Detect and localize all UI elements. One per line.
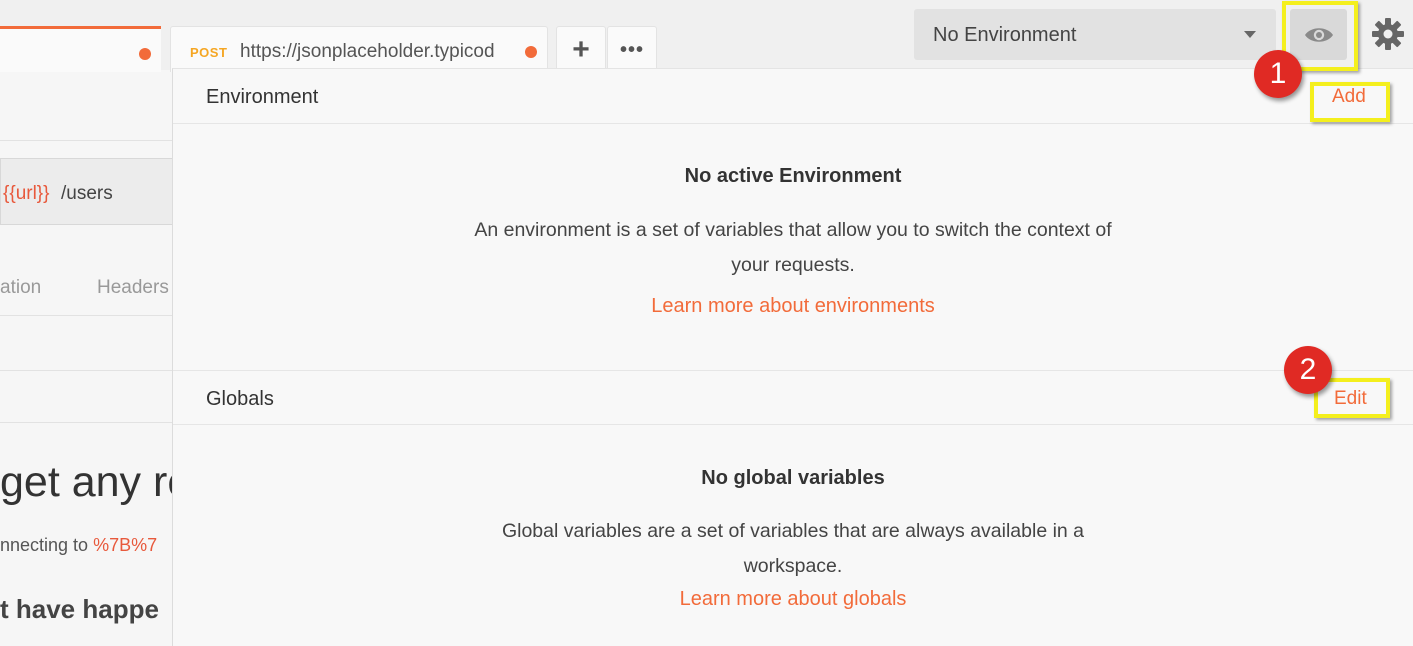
environment-quick-look-popover: Environment Add No active Environment An… [172, 68, 1413, 646]
divider [0, 140, 175, 141]
tab-url: https://jsonplaceholder.typicod [240, 41, 495, 62]
request-tab-post[interactable]: POST https://jsonplaceholder.typicod [170, 26, 548, 72]
environment-description: An environment is a set of variables tha… [474, 219, 1112, 276]
request-url-input[interactable]: {{url}} /users [0, 158, 175, 225]
url-path: /users [61, 183, 113, 204]
connecting-url: %7B%7 [93, 535, 158, 555]
globals-section-header: Globals Edit [173, 370, 1413, 425]
tab-authorization[interactable]: ation [0, 277, 41, 299]
divider [0, 315, 175, 316]
globals-description: Global variables are a set of variables … [501, 520, 1085, 577]
environment-select-value: No Environment [933, 24, 1077, 46]
response-error-subtitle: t have happe [0, 594, 159, 624]
highlight-add-link [1310, 82, 1390, 122]
environment-select[interactable]: No Environment [914, 9, 1276, 60]
step-badge-1: 1 [1254, 50, 1302, 98]
more-icon: ••• [619, 38, 644, 61]
divider [0, 370, 175, 371]
response-error-title: get any re [0, 458, 192, 506]
unsaved-dot [139, 48, 151, 60]
no-globals-title: No global variables [701, 467, 885, 489]
divider [0, 422, 175, 423]
url-variable: {{url}} [3, 183, 50, 204]
request-tab[interactable] [0, 26, 161, 72]
no-environment-title: No active Environment [684, 165, 902, 187]
tab-headers[interactable]: Headers [97, 277, 169, 299]
gear-icon[interactable] [1370, 16, 1406, 52]
environment-section-title: Environment [206, 86, 319, 108]
plus-icon: + [572, 32, 590, 66]
new-tab-button[interactable]: + [556, 26, 606, 72]
globals-section-title: Globals [206, 388, 274, 410]
chevron-down-icon [1244, 31, 1256, 38]
connecting-text: nnecting to [0, 535, 94, 555]
response-error-detail: nnecting to %7B%7 [0, 535, 157, 556]
environment-section-header: Environment Add [173, 69, 1413, 124]
unsaved-dot [525, 46, 537, 58]
method-label: POST [190, 45, 228, 60]
learn-environments-link[interactable]: Learn more about environments [173, 295, 1413, 318]
step-badge-2: 2 [1284, 346, 1332, 394]
tab-options-button[interactable]: ••• [607, 26, 657, 72]
learn-globals-link[interactable]: Learn more about globals [173, 588, 1413, 611]
